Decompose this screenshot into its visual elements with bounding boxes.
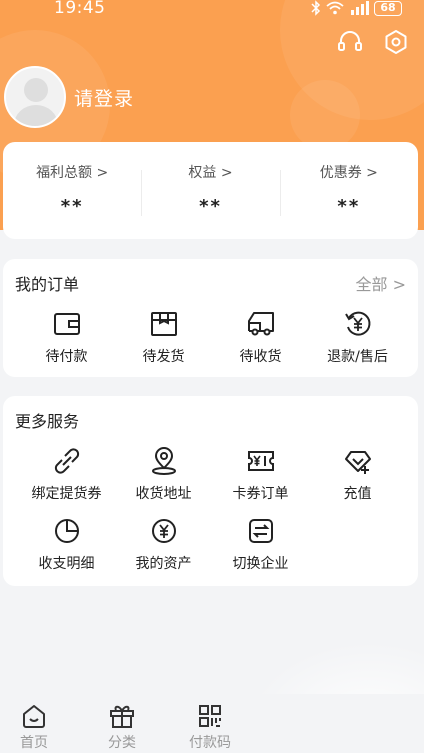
- services-title: 更多服务: [15, 412, 80, 431]
- avatar[interactable]: [4, 66, 66, 128]
- stat-rights[interactable]: 权益 > **: [141, 142, 279, 239]
- service-item-label: 收支明细: [38, 556, 95, 572]
- tab-payment-code[interactable]: 付款码: [180, 702, 240, 752]
- battery-indicator: 68: [374, 0, 402, 16]
- service-item-label: 充值: [343, 486, 372, 502]
- stat-coupons[interactable]: 优惠券 > **: [279, 142, 418, 239]
- settings-icon[interactable]: [382, 28, 410, 56]
- truck-icon: [247, 312, 274, 336]
- stat-label: 优惠券 >: [319, 165, 378, 181]
- service-bind-voucher[interactable]: 绑定提货券: [18, 446, 115, 503]
- wifi-icon: [326, 1, 344, 15]
- bottom-tab-bar: 首页 分类 付款码: [0, 694, 424, 753]
- service-card-orders[interactable]: 卡券订单: [212, 446, 309, 503]
- service-top-up[interactable]: 充值: [309, 446, 406, 503]
- home-icon: [23, 705, 45, 728]
- tab-category[interactable]: 分类: [92, 702, 152, 752]
- stat-label: 福利总额 >: [36, 165, 109, 181]
- orders-card: 我的订单 全部 > 待付款 待发货 待收货 退款/售后: [3, 259, 418, 377]
- box-icon: [150, 312, 177, 336]
- service-item-label: 收货地址: [135, 486, 192, 502]
- tab-home[interactable]: 首页: [4, 702, 64, 752]
- login-prompt[interactable]: 请登录: [74, 84, 134, 111]
- order-item-label: 待收货: [239, 349, 282, 365]
- orders-view-all-link[interactable]: 全部 >: [356, 271, 407, 295]
- service-item-label: 切换企业: [232, 556, 289, 572]
- link-icon: [54, 448, 79, 474]
- service-income-expense[interactable]: 收支明细: [18, 516, 115, 573]
- service-item-label: 绑定提货券: [31, 486, 102, 502]
- order-item-label: 待发货: [142, 349, 185, 365]
- refund-icon: [344, 311, 370, 336]
- order-refund-aftersale[interactable]: 退款/售后: [309, 309, 406, 366]
- stat-welfare-total[interactable]: 福利总额 > **: [3, 142, 141, 239]
- tab-label: 首页: [20, 735, 48, 751]
- stat-value: **: [337, 196, 361, 217]
- services-card: 更多服务 绑定提货券 收货地址 卡券订单 充值 收支明细 我的资产 切换企业: [3, 396, 418, 586]
- service-item-label: 卡券订单: [232, 486, 289, 502]
- switch-icon: [248, 519, 273, 543]
- headset-icon[interactable]: [336, 28, 364, 56]
- wallet-icon: [53, 313, 80, 335]
- topup-icon: [344, 451, 371, 474]
- order-item-label: 待付款: [45, 349, 88, 365]
- tab-label: 分类: [108, 735, 136, 751]
- order-pending-payment[interactable]: 待付款: [18, 309, 115, 366]
- order-item-label: 退款/售后: [327, 349, 388, 365]
- ticket-icon: [247, 451, 274, 471]
- bluetooth-icon: [311, 0, 321, 16]
- stat-label: 权益 >: [188, 165, 233, 181]
- pie-chart-icon: [54, 519, 79, 543]
- service-item-label: 我的资产: [135, 556, 192, 572]
- service-my-assets[interactable]: 我的资产: [115, 516, 212, 573]
- stat-value: **: [199, 196, 222, 217]
- benefits-card: 福利总额 > ** 权益 > ** 优惠券 > **: [3, 142, 418, 239]
- service-shipping-address[interactable]: 收货地址: [115, 446, 212, 503]
- status-bar: 19:45 68: [0, 0, 424, 22]
- qr-code-icon: [199, 705, 221, 727]
- orders-title: 我的订单: [15, 275, 80, 294]
- stat-value: **: [60, 196, 84, 217]
- location-icon: [151, 447, 176, 475]
- gift-icon: [110, 705, 134, 728]
- signal-icon: [351, 1, 369, 15]
- order-pending-shipment[interactable]: 待发货: [115, 309, 212, 366]
- order-pending-receipt[interactable]: 待收货: [212, 309, 309, 366]
- tab-label: 付款码: [189, 735, 231, 751]
- yuan-icon: [151, 519, 176, 543]
- service-switch-company[interactable]: 切换企业: [212, 516, 309, 573]
- status-time: 19:45: [54, 0, 106, 18]
- profile-login[interactable]: 请登录: [4, 66, 134, 128]
